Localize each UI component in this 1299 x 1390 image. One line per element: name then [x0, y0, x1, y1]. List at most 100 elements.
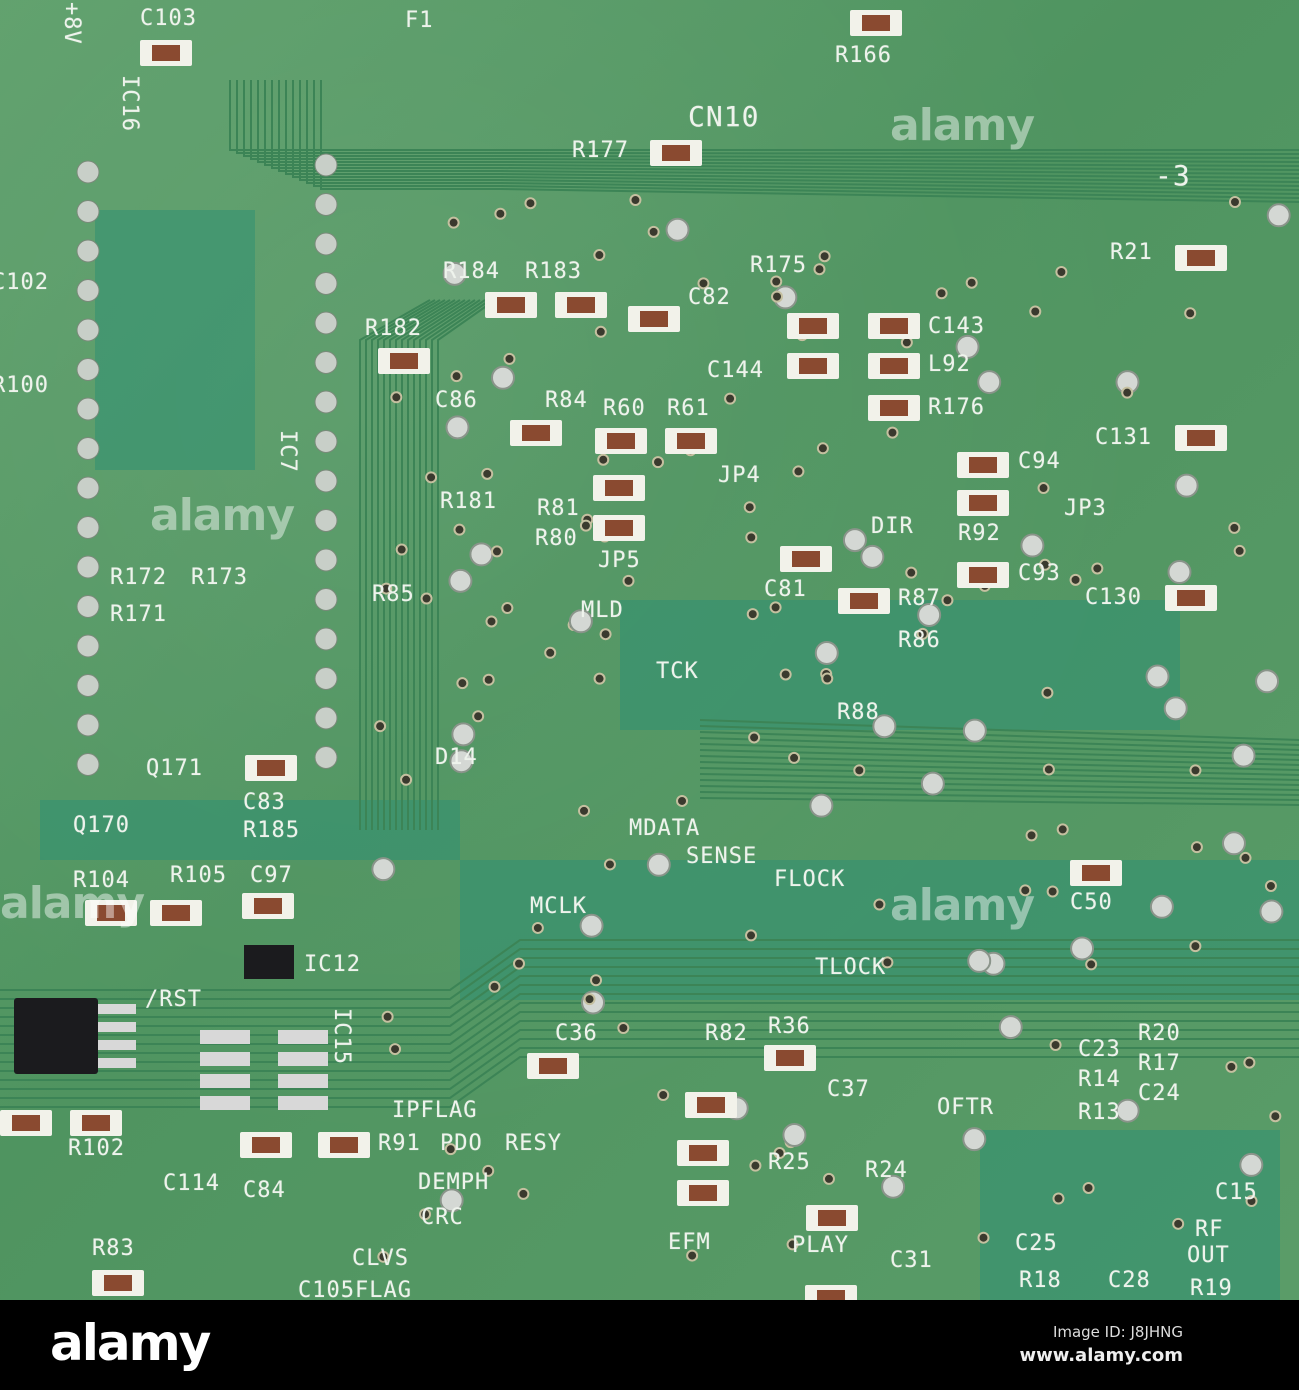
via	[390, 391, 403, 404]
via	[816, 442, 829, 455]
silkscreen-label: R17	[1138, 1051, 1181, 1076]
silkscreen-label: IC7	[275, 430, 300, 473]
via	[1243, 1056, 1256, 1069]
via	[1085, 958, 1098, 971]
solder-pad	[998, 1015, 1023, 1040]
smd-component	[799, 318, 827, 334]
via	[818, 250, 831, 263]
ic-pin	[200, 1030, 250, 1044]
ic-pin	[200, 1096, 250, 1110]
smd-component	[662, 145, 690, 161]
silkscreen-label: +8V	[59, 2, 84, 45]
silkscreen-label: FLOCK	[774, 867, 846, 892]
smd-component	[880, 400, 908, 416]
silkscreen-label: R36	[768, 1014, 811, 1039]
solder-pad	[314, 232, 338, 256]
solder-pad	[1266, 203, 1291, 228]
smd-component	[817, 1290, 845, 1300]
trace	[243, 80, 1299, 159]
silkscreen-label: PLAY	[792, 1233, 849, 1258]
ic-chip	[14, 998, 98, 1074]
via	[813, 263, 826, 276]
silkscreen-label: R182	[365, 316, 422, 341]
solder-pad	[646, 852, 671, 877]
solder-pad	[76, 634, 100, 658]
ic-pin	[278, 1030, 328, 1044]
silkscreen-label: R87	[898, 586, 941, 611]
silkscreen-label: R184	[443, 259, 500, 284]
solder-pad	[448, 568, 473, 593]
silkscreen-label: DEMPH	[418, 1170, 490, 1195]
via	[593, 249, 606, 262]
via	[579, 519, 592, 532]
via	[1042, 763, 1055, 776]
solder-pad	[314, 706, 338, 730]
via	[531, 921, 544, 934]
silkscreen-label: RF	[1195, 1217, 1224, 1242]
solder-pad	[76, 713, 100, 737]
via	[597, 453, 610, 466]
silkscreen-label: R80	[535, 526, 578, 551]
watermark: alamy	[890, 100, 1035, 151]
via	[490, 545, 503, 558]
silkscreen-label: C105FLAG	[298, 1278, 412, 1303]
silkscreen-label: C37	[827, 1077, 870, 1102]
trace	[365, 299, 436, 830]
ic-pin	[278, 1096, 328, 1110]
smd-component	[880, 358, 908, 374]
via	[1029, 305, 1042, 318]
silkscreen-label: OUT	[1187, 1243, 1230, 1268]
ic-pin	[278, 1052, 328, 1066]
ic-pin	[98, 1058, 136, 1068]
solder-pad	[76, 555, 100, 579]
silkscreen-label: R88	[837, 700, 880, 725]
silkscreen-label: R21	[1110, 240, 1153, 265]
silkscreen-label: R61	[667, 396, 710, 421]
silkscreen-label: R172	[110, 565, 167, 590]
silkscreen-label: C23	[1078, 1037, 1121, 1062]
via	[453, 523, 466, 536]
solder-pad	[314, 627, 338, 651]
via	[779, 668, 792, 681]
smd-component	[969, 567, 997, 583]
via	[599, 628, 612, 641]
silkscreen-label: TLOCK	[815, 955, 887, 980]
silkscreen-label: PDO	[440, 1131, 483, 1156]
via	[450, 370, 463, 383]
via	[873, 898, 886, 911]
via	[1228, 521, 1241, 534]
solder-pad	[860, 544, 885, 569]
silkscreen-label: -3	[1155, 159, 1191, 192]
solder-pad	[314, 746, 338, 769]
solder-pad	[1259, 899, 1284, 924]
alamy-logo: alamy	[50, 1314, 211, 1372]
smd-component	[1177, 590, 1205, 606]
silkscreen-label: TCK	[656, 659, 699, 684]
via	[420, 592, 433, 605]
smd-component	[607, 433, 635, 449]
solder-pad	[76, 239, 100, 263]
via	[481, 467, 494, 480]
silkscreen-label: DIR	[871, 514, 914, 539]
via	[1190, 841, 1203, 854]
silkscreen-label: R175	[750, 253, 807, 278]
via	[1172, 1217, 1185, 1230]
via	[1189, 940, 1202, 953]
smd-component	[1187, 430, 1215, 446]
solder-pad	[314, 311, 338, 335]
via	[657, 1089, 670, 1101]
via	[822, 1172, 835, 1185]
solder-pad	[1174, 473, 1199, 498]
silkscreen-label: R82	[705, 1021, 748, 1046]
silkscreen-label: R91	[378, 1131, 421, 1156]
silkscreen-label: R86	[898, 628, 941, 653]
via	[941, 594, 954, 607]
solder-pad	[1149, 894, 1174, 919]
silkscreen-label: R24	[865, 1158, 908, 1183]
silkscreen-label: IPFLAG	[392, 1098, 478, 1123]
via	[395, 543, 408, 556]
silkscreen-label: CN10	[688, 100, 760, 133]
via	[517, 1187, 530, 1200]
solder-pad	[1221, 831, 1246, 856]
silkscreen-label: C97	[250, 863, 293, 888]
